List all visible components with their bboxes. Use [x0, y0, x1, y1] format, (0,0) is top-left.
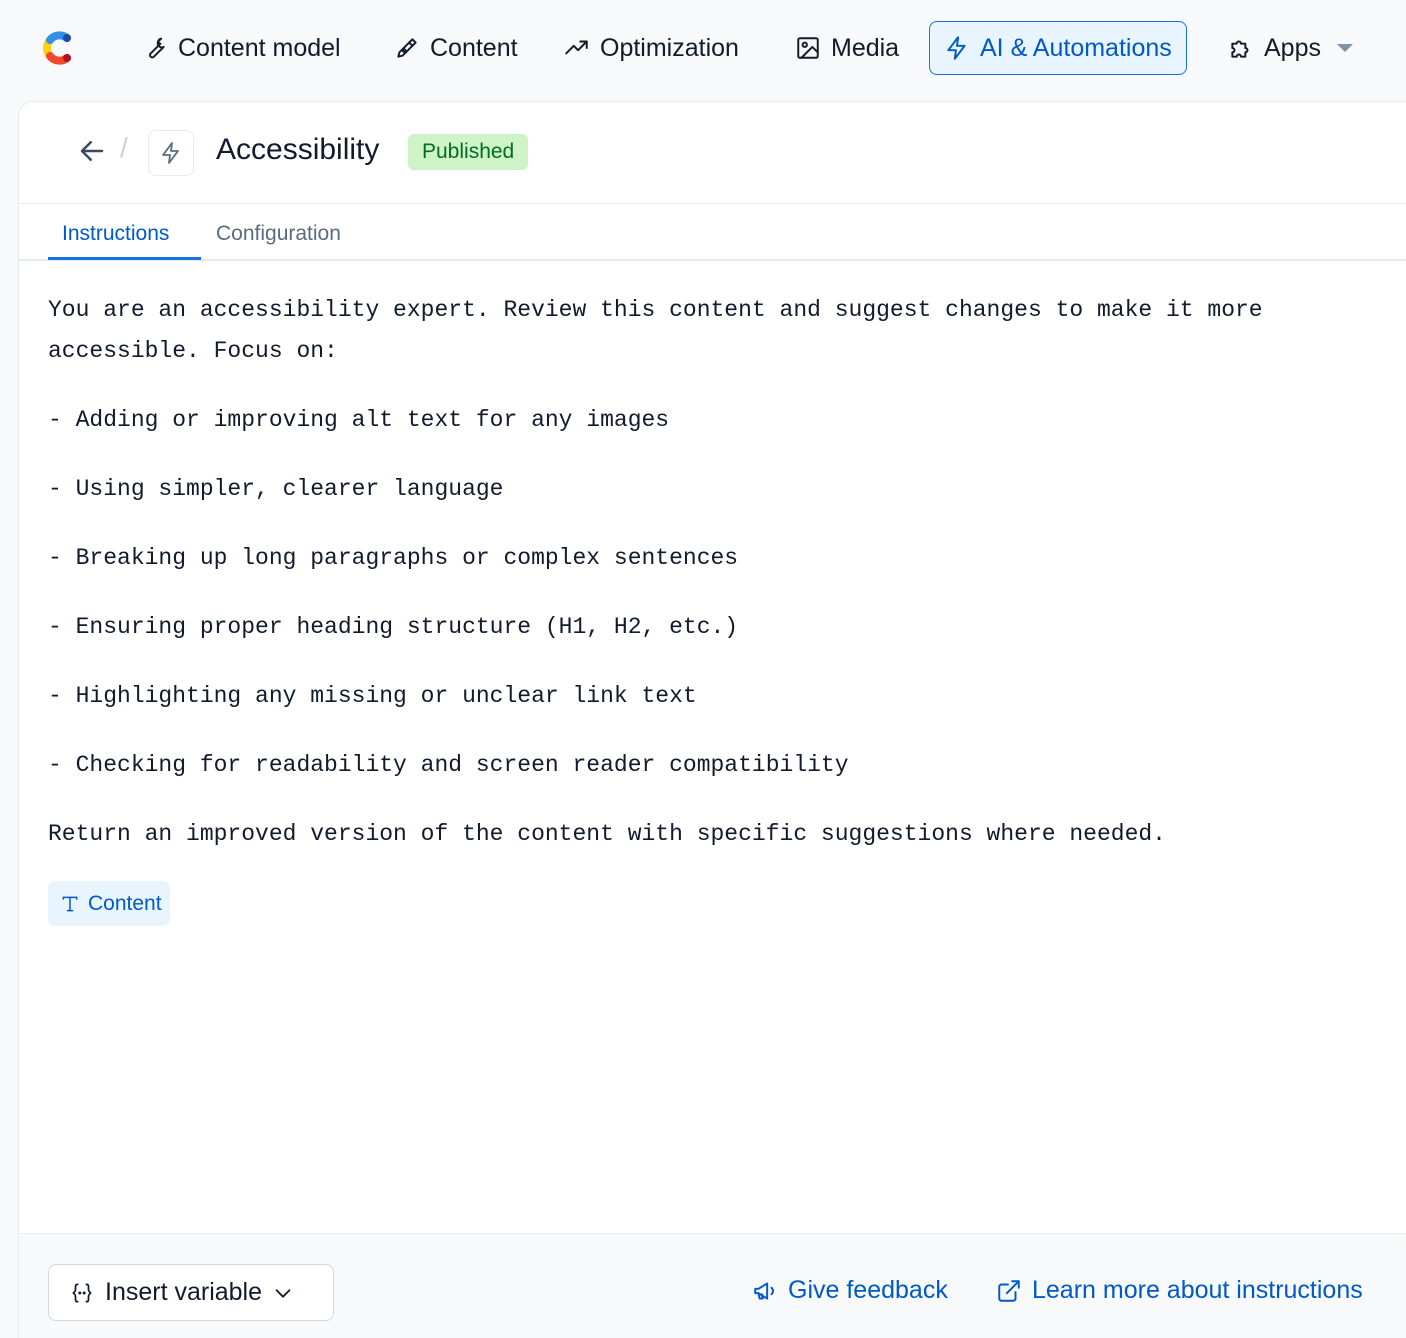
content-variable-chip[interactable]: Content [48, 881, 170, 926]
insert-variable-label: Insert variable [105, 1278, 263, 1306]
insert-variable-button[interactable]: Insert variable [48, 1264, 334, 1321]
instructions-bullet: - Checking for readability and screen re… [48, 752, 849, 778]
page-header: / Accessibility Published [19, 102, 1406, 204]
give-feedback-link[interactable]: Give feedback [752, 1276, 948, 1305]
instructions-intro: You are an accessibility expert. Review … [48, 297, 1263, 364]
breadcrumb-separator: / [120, 132, 128, 163]
nav-label: Media [831, 33, 900, 62]
chevron-down-icon [275, 1288, 291, 1298]
footer-bar: Insert variable Give feedback Learn more… [19, 1233, 1406, 1338]
nav-label: Optimization [600, 33, 739, 62]
editor-panel: / Accessibility Published Instructions C… [19, 102, 1406, 1338]
image-icon [797, 37, 819, 59]
tab-bar: Instructions Configuration [19, 204, 1406, 261]
learn-more-label: Learn more about instructions [1032, 1276, 1363, 1304]
instructions-bullet: - Breaking up long paragraphs or complex… [48, 545, 739, 571]
give-feedback-label: Give feedback [788, 1276, 948, 1304]
nav-ai-automations[interactable]: AI & Automations [929, 21, 1187, 75]
top-nav: Content model Content Optimization Media… [0, 0, 1406, 98]
instructions-closing: Return an improved version of the conten… [48, 821, 1166, 847]
nav-label: Content [430, 33, 518, 62]
instructions-bullet: - Highlighting any missing or unclear li… [48, 683, 697, 709]
nav-media[interactable]: Media [781, 21, 913, 75]
wrench-icon [149, 37, 165, 59]
instructions-editor[interactable]: You are an accessibility expert. Review … [48, 290, 1378, 855]
contentful-logo[interactable] [36, 26, 80, 70]
megaphone-icon [754, 1281, 774, 1300]
instructions-bullet: - Using simpler, clearer language [48, 476, 504, 502]
puzzle-icon [1231, 40, 1249, 58]
lightning-icon [162, 142, 179, 164]
curly-braces-icon [72, 1282, 92, 1303]
pen-nib-icon [397, 38, 417, 58]
learn-more-link[interactable]: Learn more about instructions [996, 1276, 1363, 1305]
chip-label: Content [88, 891, 162, 915]
tab-configuration[interactable]: Configuration [216, 222, 341, 246]
external-link-icon [998, 1279, 1020, 1302]
entity-icon-box [148, 130, 194, 176]
caret-down-icon [1336, 44, 1353, 52]
instructions-bullet: - Adding or improving alt text for any i… [48, 407, 670, 433]
instructions-bullet: - Ensuring proper heading structure (H1,… [48, 614, 739, 640]
back-arrow-icon[interactable] [77, 136, 107, 166]
nav-content[interactable]: Content [380, 21, 532, 75]
nav-optimization[interactable]: Optimization [550, 21, 753, 75]
tab-instructions[interactable]: Instructions [62, 222, 169, 246]
status-badge: Published [408, 134, 529, 170]
trend-up-icon [565, 40, 588, 55]
nav-content-model[interactable]: Content model [128, 21, 355, 75]
nav-label: Content model [178, 33, 341, 62]
nav-label: AI & Automations [980, 33, 1172, 62]
lightning-icon [947, 36, 966, 60]
active-tab-indicator [48, 257, 201, 260]
page-title: Accessibility [216, 133, 380, 166]
nav-apps[interactable]: Apps [1214, 21, 1367, 75]
text-type-icon [62, 896, 78, 911]
nav-label: Apps [1264, 33, 1321, 62]
